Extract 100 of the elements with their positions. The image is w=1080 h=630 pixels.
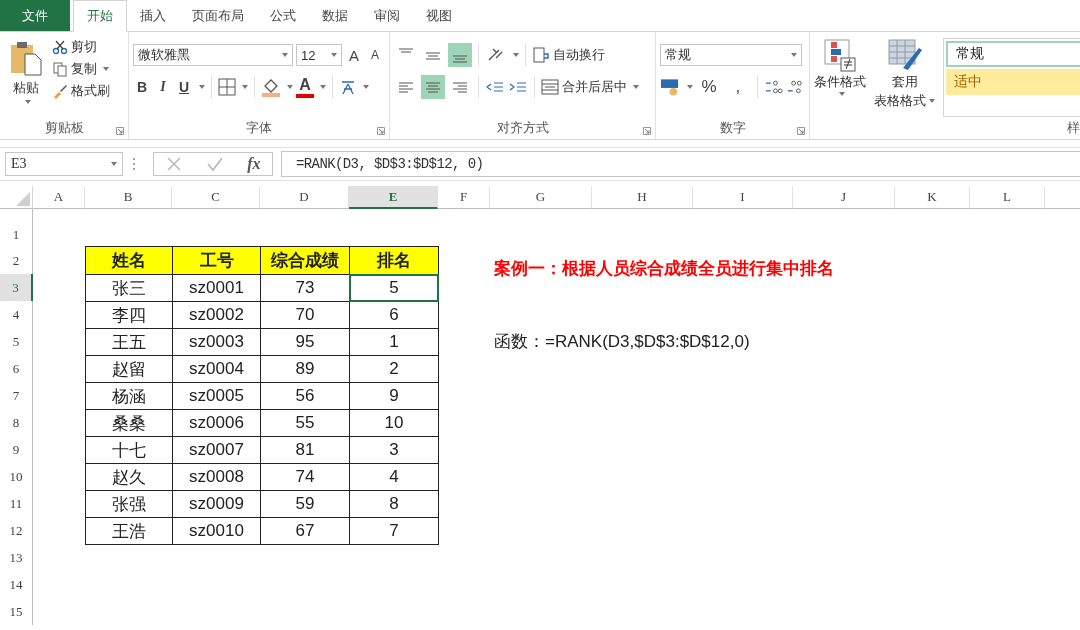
underline-button[interactable]: U [175, 76, 193, 98]
formula-field[interactable]: =RANK(D3, $D$3:$D$12, 0) [281, 151, 1080, 177]
column-header[interactable]: E [349, 186, 438, 209]
check-icon[interactable] [206, 155, 225, 173]
column-header[interactable]: F [438, 186, 490, 209]
merge-center-button[interactable]: 合并后居中 [541, 78, 639, 96]
ribbon-tab[interactable]: 开始 [73, 0, 127, 32]
formula-note: 函数：=RANK(D3,$D$3:$D$12,0) [494, 331, 750, 353]
copy-button[interactable]: 复制 [52, 60, 110, 78]
row-header[interactable]: 4 [0, 301, 33, 328]
font-name-dropdown[interactable]: 微软雅黑 [133, 44, 293, 66]
group-label: 剪贴板 [44, 119, 84, 137]
caret-icon [111, 162, 117, 166]
row-header[interactable]: 1 [0, 209, 33, 247]
row-header[interactable]: 3 [0, 274, 33, 301]
caret-icon [929, 99, 935, 103]
group-label: 对齐方式 [496, 119, 549, 137]
bold-button[interactable]: B [133, 76, 151, 98]
ribbon-tab[interactable]: 插入 [127, 0, 179, 31]
ribbon-tab[interactable]: 审阅 [361, 0, 413, 31]
case-title: 案例一：根据人员综合成绩全员进行集中排名 [494, 258, 834, 280]
cut-button[interactable]: 剪切 [52, 38, 110, 56]
column-header[interactable]: B [85, 186, 172, 209]
table-header-cell: 排名 [349, 246, 439, 275]
ribbon-tab[interactable]: 页面布局 [179, 0, 257, 31]
number-format-dropdown[interactable]: 常规 [660, 44, 802, 66]
caret-icon [838, 92, 845, 96]
font-size-dropdown[interactable]: 12 [296, 44, 342, 66]
caret-icon [513, 53, 519, 57]
phonetic-icon[interactable] [339, 78, 357, 96]
vertical-align-button[interactable] [448, 43, 472, 67]
percent-button[interactable]: % [695, 76, 722, 98]
table-cell: 王浩 [85, 517, 173, 545]
format-as-table-button[interactable]: 套用 表格格式 [874, 38, 935, 117]
group-label: 样 [1067, 119, 1080, 137]
ribbon-tab[interactable]: 公式 [257, 0, 309, 31]
caret-icon [199, 85, 205, 89]
caret-icon [791, 53, 797, 57]
ribbon-tab[interactable]: 视图 [413, 0, 465, 31]
horizontal-align-button[interactable] [421, 75, 445, 99]
caret-icon [320, 85, 326, 89]
row-header[interactable]: 15 [0, 598, 33, 625]
table-header-cell: 姓名 [85, 246, 173, 275]
fill-color-icon[interactable] [261, 77, 281, 97]
font-color-button[interactable]: A [296, 76, 314, 98]
row-header[interactable]: 14 [0, 571, 33, 598]
caret-icon [103, 67, 109, 71]
dialog-launcher-icon[interactable] [643, 127, 651, 135]
table-header-cell: 工号 [172, 246, 261, 275]
column-header[interactable]: G [490, 186, 592, 209]
clipboard-icon [9, 40, 43, 76]
wrap-text-button[interactable]: 自动换行 [532, 46, 605, 64]
conditional-formatting-button[interactable]: 条件格式 [814, 38, 866, 117]
column-header[interactable]: J [793, 186, 895, 209]
row-header[interactable]: 9 [0, 436, 33, 463]
caret-icon [242, 85, 248, 89]
name-box[interactable]: E3 [5, 152, 123, 176]
row-header[interactable]: 7 [0, 382, 33, 409]
cell-style-item[interactable]: 常规 [946, 41, 1080, 67]
group-label: 字体 [246, 119, 272, 137]
row-header[interactable]: 12 [0, 517, 33, 544]
row-header[interactable]: 6 [0, 355, 33, 382]
caret-icon [287, 85, 293, 89]
grow-font-button[interactable]: A [345, 44, 363, 66]
dialog-launcher-icon[interactable] [116, 127, 124, 135]
column-header[interactable]: L [970, 186, 1045, 209]
comma-button[interactable]: , [724, 76, 751, 98]
merge-cells-icon [541, 78, 559, 96]
column-header[interactable]: H [592, 186, 693, 209]
paste-button[interactable]: 粘贴 [4, 36, 48, 117]
row-header[interactable]: 10 [0, 463, 33, 490]
caret-icon [282, 53, 288, 57]
dialog-launcher-icon[interactable] [797, 127, 805, 135]
group-label: 数字 [719, 119, 746, 137]
file-tab[interactable]: 文件 [0, 0, 70, 31]
borders-icon[interactable] [218, 78, 236, 96]
table-cell: 7 [349, 517, 439, 545]
row-header[interactable]: 5 [0, 328, 33, 355]
column-header[interactable]: I [693, 186, 793, 209]
conditional-format-icon [823, 38, 857, 72]
table-cell: 5 [349, 274, 439, 302]
format-painter-button[interactable]: 格式刷 [52, 82, 110, 100]
italic-button[interactable]: I [154, 76, 172, 98]
column-header[interactable]: C [172, 186, 260, 209]
row-header[interactable]: 13 [0, 544, 33, 571]
wrap-text-icon [532, 46, 550, 64]
cell-style-item[interactable]: 适中 [946, 69, 1080, 95]
brush-icon [52, 83, 68, 99]
dialog-launcher-icon[interactable] [377, 127, 385, 135]
row-header[interactable]: 11 [0, 490, 33, 517]
ribbon-tab[interactable]: 数据 [309, 0, 361, 31]
currency-icon[interactable] [660, 77, 681, 97]
shrink-font-button[interactable]: A [366, 44, 384, 66]
caret-icon [363, 85, 369, 89]
scissors-icon [52, 39, 68, 55]
column-header[interactable]: A [33, 186, 85, 209]
column-header[interactable]: K [895, 186, 970, 209]
caret-icon [331, 53, 337, 57]
insert-function-button[interactable]: fx [247, 155, 261, 173]
row-header[interactable]: 8 [0, 409, 33, 436]
